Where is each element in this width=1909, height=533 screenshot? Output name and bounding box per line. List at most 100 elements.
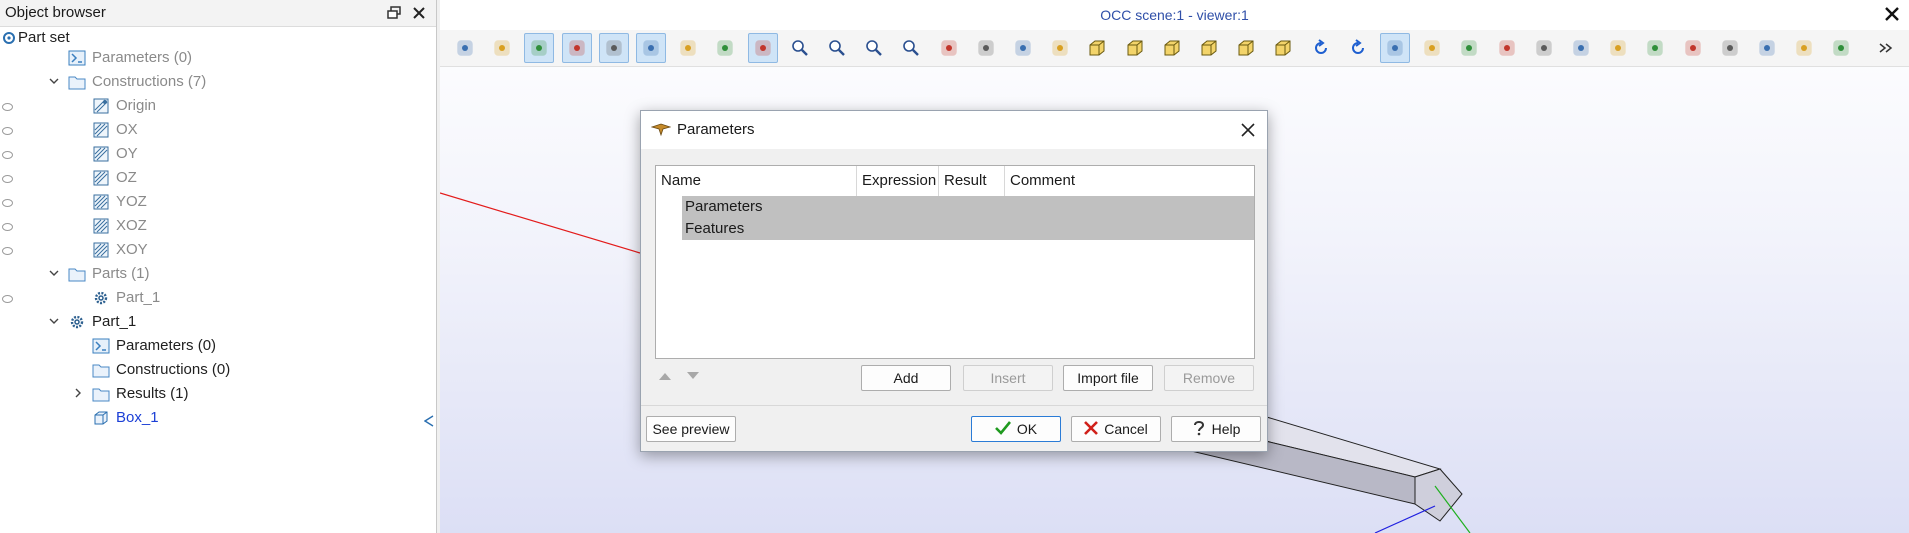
scaling-icon[interactable]	[1492, 33, 1522, 63]
rectangle-icon[interactable]	[636, 33, 666, 63]
shading-icon[interactable]	[1417, 33, 1447, 63]
tree-item[interactable]: OY	[0, 142, 436, 166]
view-bottom-icon[interactable]	[1194, 33, 1224, 63]
cancel-label: Cancel	[1104, 421, 1148, 437]
close-icon[interactable]	[409, 3, 429, 23]
view-top-icon[interactable]	[1157, 33, 1187, 63]
construction-axis-icon	[92, 145, 110, 163]
rotation-point-icon[interactable]	[1045, 33, 1075, 63]
graduated-axes-icon[interactable]	[1529, 33, 1559, 63]
ambient-icon[interactable]	[1566, 33, 1596, 63]
move-down-button[interactable]	[681, 365, 705, 387]
tree-item[interactable]: Constructions (0)	[0, 358, 436, 382]
chevron-right-icon[interactable]	[70, 385, 86, 401]
tree-item[interactable]: Parameters (0)	[0, 334, 436, 358]
visibility-eye-icon[interactable]	[2, 175, 13, 183]
chevron-down-icon[interactable]	[46, 265, 62, 281]
tree-item[interactable]: Part_1	[0, 286, 436, 310]
visibility-eye-icon[interactable]	[2, 295, 13, 303]
help-button[interactable]: Help	[1171, 416, 1261, 442]
visibility-eye-icon[interactable]	[2, 223, 13, 231]
tree-item[interactable]: XOZ	[0, 214, 436, 238]
tree-item[interactable]: XOY	[0, 238, 436, 262]
column-header-name[interactable]: Name	[656, 166, 857, 196]
import-file-button[interactable]: Import file	[1063, 365, 1153, 391]
tree-item[interactable]: Results (1)	[0, 382, 436, 406]
insert-button[interactable]: Insert	[963, 365, 1053, 391]
sync-icon[interactable]	[1789, 33, 1819, 63]
trihedron-icon[interactable]	[747, 33, 778, 63]
close-icon[interactable]	[1237, 119, 1259, 141]
zoom-in-icon[interactable]	[859, 33, 889, 63]
rotate-ccw-icon[interactable]	[1306, 33, 1336, 63]
gear-icon	[92, 289, 110, 307]
select-icon[interactable]	[561, 33, 592, 63]
tree-item-label: OY	[116, 145, 138, 162]
column-header-comment[interactable]: Comment	[1005, 166, 1254, 196]
zoom-area-icon[interactable]	[822, 33, 852, 63]
tree-item[interactable]: Box_1	[0, 406, 436, 430]
table-row[interactable]: Parameters	[682, 196, 1254, 218]
view-front-icon[interactable]	[1082, 33, 1112, 63]
projection-icon[interactable]	[1603, 33, 1633, 63]
env-texture-icon[interactable]	[1715, 33, 1745, 63]
polygon-icon[interactable]	[673, 33, 703, 63]
tree-item-label: OZ	[116, 169, 137, 186]
circle-icon[interactable]	[710, 33, 740, 63]
see-preview-button[interactable]: See preview	[646, 416, 736, 442]
more-icon[interactable]	[1871, 33, 1901, 63]
undock-icon[interactable]	[384, 3, 404, 23]
move-up-button[interactable]	[653, 365, 677, 387]
z-axis-line	[1374, 505, 1436, 533]
column-header-result[interactable]: Result	[939, 166, 1005, 196]
view-right-icon[interactable]	[1268, 33, 1298, 63]
object-browser-panel: Object browser Part set Parameters (0) Con…	[0, 0, 437, 533]
tree-item[interactable]: YOZ	[0, 190, 436, 214]
fit-all-icon[interactable]	[487, 33, 517, 63]
rotate-icon[interactable]	[1008, 33, 1038, 63]
rotate-cw-icon[interactable]	[1343, 33, 1373, 63]
visibility-eye-icon[interactable]	[2, 127, 13, 135]
parameters-table[interactable]: Name Expression Result Comment Parameter…	[655, 165, 1255, 359]
tree-item[interactable]: Origin	[0, 94, 436, 118]
global-pan-icon[interactable]	[971, 33, 1001, 63]
cancel-button[interactable]: Cancel	[1071, 416, 1161, 442]
tree-item[interactable]: Constructions (7)	[0, 70, 436, 94]
stereo-icon[interactable]	[1640, 33, 1670, 63]
pan-icon[interactable]	[934, 33, 964, 63]
tree-item-label: Part_1	[92, 313, 137, 330]
reset-view-icon[interactable]	[1380, 33, 1410, 63]
folder-icon	[92, 385, 110, 403]
box-icon	[92, 409, 110, 427]
column-header-expression[interactable]: Expression	[857, 166, 939, 196]
chevron-down-icon[interactable]	[46, 73, 62, 89]
tree-item[interactable]: Part_1	[0, 310, 436, 334]
fit-area-icon[interactable]	[524, 33, 555, 63]
row-label: Features	[685, 220, 745, 237]
tree-item[interactable]: OX	[0, 118, 436, 142]
table-row[interactable]: Features	[682, 218, 1254, 240]
chevron-down-icon[interactable]	[46, 313, 62, 329]
tree-item[interactable]: OZ	[0, 166, 436, 190]
remove-button[interactable]: Remove	[1164, 365, 1254, 391]
clipping-icon[interactable]	[1454, 33, 1484, 63]
tree-item-label: XOY	[116, 241, 148, 258]
visibility-eye-icon[interactable]	[2, 199, 13, 207]
dump-view-icon[interactable]	[450, 33, 480, 63]
view-left-icon[interactable]	[1231, 33, 1261, 63]
ok-button[interactable]: OK	[971, 416, 1061, 442]
zoom-icon[interactable]	[785, 33, 815, 63]
visibility-eye-icon[interactable]	[2, 247, 13, 255]
ray-tracing-icon[interactable]	[1678, 33, 1708, 63]
tree-item[interactable]: Parameters (0)	[0, 46, 436, 70]
close-icon[interactable]	[1881, 3, 1903, 25]
view-manager-icon[interactable]	[1826, 33, 1856, 63]
zoom-out-icon[interactable]	[896, 33, 926, 63]
visibility-eye-icon[interactable]	[2, 103, 13, 111]
visibility-eye-icon[interactable]	[2, 151, 13, 159]
light-icon[interactable]	[1752, 33, 1782, 63]
select-rect-icon[interactable]	[598, 33, 629, 63]
view-back-icon[interactable]	[1120, 33, 1150, 63]
tree-item[interactable]: Parts (1)	[0, 262, 436, 286]
add-button[interactable]: Add	[861, 365, 951, 391]
